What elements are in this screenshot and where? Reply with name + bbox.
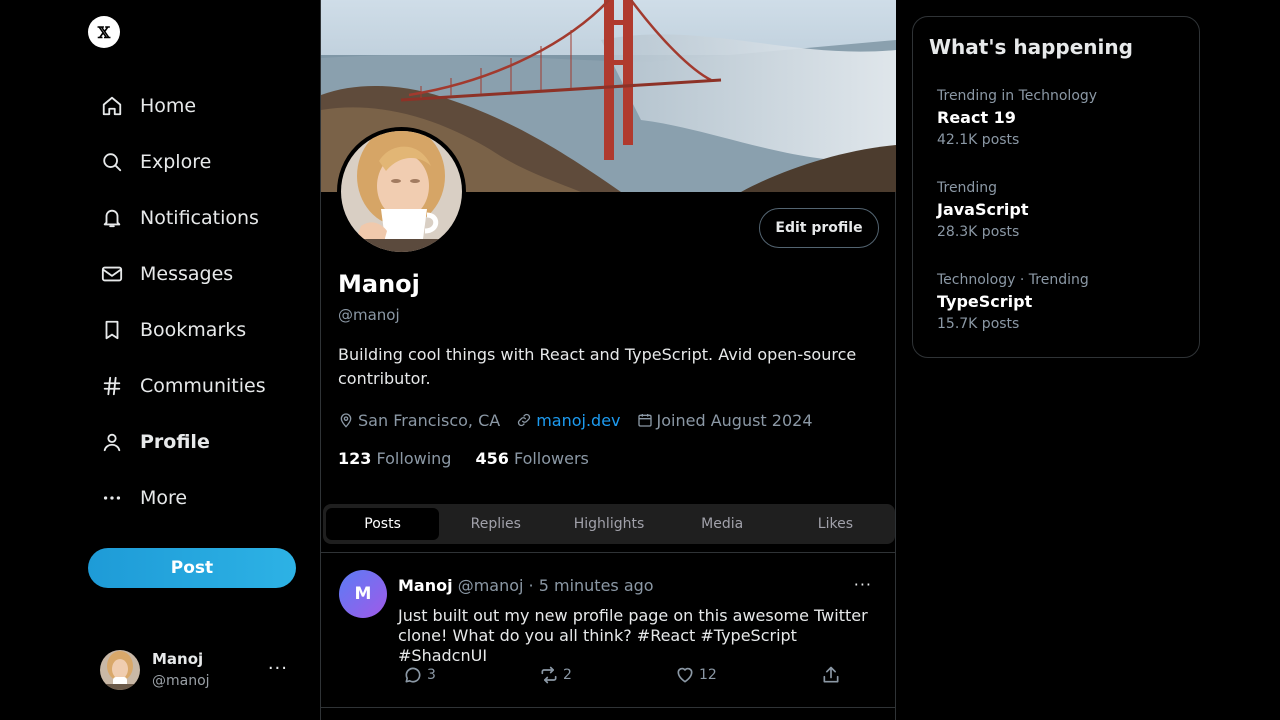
sidebar-nav: Home Explore Notifications Messages Book…	[88, 78, 320, 526]
nav-item-more[interactable]: More	[88, 470, 320, 526]
reply-icon	[405, 667, 421, 683]
tab-replies[interactable]: Replies	[439, 508, 552, 540]
trend-item[interactable]: Trending JavaScript 28.3K posts	[937, 179, 1187, 242]
nav-label: Bookmarks	[140, 319, 247, 341]
reply-count: 3	[427, 667, 436, 683]
nav-item-explore[interactable]: Explore	[88, 134, 320, 190]
nav-item-notifications[interactable]: Notifications	[88, 190, 320, 246]
post-actions: 3 2 12	[403, 665, 843, 685]
repost-icon	[541, 666, 557, 684]
edit-profile-button[interactable]: Edit profile	[759, 208, 879, 248]
nav-item-messages[interactable]: Messages	[88, 246, 320, 302]
post-button[interactable]: Post	[88, 548, 296, 588]
account-handle: @manoj	[152, 673, 210, 689]
followers-count: 456	[475, 449, 509, 468]
repost-count: 2	[563, 667, 572, 683]
profile-location: San Francisco, CA	[338, 411, 500, 430]
profile-tabs: Posts Replies Highlights Media Likes	[323, 504, 895, 544]
search-icon	[100, 150, 124, 174]
nav-item-bookmarks[interactable]: Bookmarks	[88, 302, 320, 358]
post-card[interactable]: M Manoj @manoj · 5 minutes ago ··· Just …	[321, 552, 896, 708]
share-icon	[823, 666, 839, 683]
following-stat[interactable]: 123 Following	[338, 449, 451, 468]
bookmark-icon	[100, 318, 124, 342]
account-name: Manoj	[152, 650, 204, 668]
nav-label: Messages	[140, 263, 234, 285]
location-text: San Francisco, CA	[358, 410, 501, 430]
bell-icon	[100, 206, 124, 230]
home-icon	[100, 94, 124, 118]
trend-topic: TypeScript	[937, 292, 1033, 311]
user-icon	[100, 430, 124, 454]
trend-topic: JavaScript	[937, 200, 1029, 219]
share-button[interactable]	[821, 665, 841, 685]
trend-item[interactable]: Technology · Trending TypeScript 15.7K p…	[937, 271, 1187, 334]
mail-icon	[100, 262, 124, 286]
calendar-icon	[637, 414, 652, 427]
repost-button[interactable]: 2	[539, 665, 572, 685]
nav-label: Notifications	[140, 207, 259, 229]
post-header: Manoj @manoj · 5 minutes ago	[398, 576, 654, 595]
whats-happening-panel: What's happening Trending in Technology …	[912, 16, 1200, 358]
tab-media[interactable]: Media	[666, 508, 779, 540]
account-names: Manoj @manoj	[152, 648, 210, 692]
trend-topic: React 19	[937, 108, 1016, 127]
website-link[interactable]: manoj.dev	[536, 411, 620, 430]
nav-label: Profile	[140, 431, 210, 453]
profile-bio: Building cool things with React and Type…	[338, 345, 857, 388]
heart-icon	[677, 667, 693, 683]
post-meta: @manoj · 5 minutes ago	[457, 576, 654, 595]
link-icon	[518, 413, 531, 427]
tab-highlights[interactable]: Highlights	[552, 508, 665, 540]
like-count: 12	[699, 667, 717, 683]
profile-handle: @manoj	[338, 306, 400, 324]
trend-count: 15.7K posts	[937, 316, 1020, 332]
nav-item-communities[interactable]: Communities	[88, 358, 320, 414]
post-avatar[interactable]: M	[339, 570, 387, 618]
following-label: Following	[376, 449, 452, 468]
tab-likes[interactable]: Likes	[779, 508, 892, 540]
nav-label: Communities	[140, 375, 266, 397]
account-menu-icon[interactable]: ···	[268, 658, 288, 679]
nav-item-profile[interactable]: Profile	[88, 414, 320, 470]
post-author[interactable]: Manoj	[398, 576, 453, 595]
followers-stat[interactable]: 456 Followers	[475, 449, 588, 468]
profile-column: Edit profile Manoj @manoj Building cool …	[320, 0, 896, 720]
profile-avatar[interactable]	[337, 127, 466, 256]
avatar	[100, 650, 140, 690]
followers-label: Followers	[513, 449, 589, 468]
trend-category: Technology · Trending	[937, 272, 1089, 288]
app: 𝕏 Home Explore Notifications Messages Bo…	[0, 0, 1280, 720]
account-switcher[interactable]: Manoj @manoj ···	[100, 648, 300, 692]
following-count: 123	[338, 449, 372, 468]
panel-title: What's happening	[929, 35, 1133, 59]
hash-icon	[100, 374, 124, 398]
profile-website: manoj.dev	[516, 411, 621, 430]
profile-meta: San Francisco, CA manoj.dev Joined Augus…	[338, 409, 829, 431]
nav-label: More	[140, 487, 188, 509]
post-more-icon[interactable]: ···	[854, 575, 872, 594]
profile-name: Manoj	[338, 270, 420, 298]
trend-count: 42.1K posts	[937, 132, 1020, 148]
more-dots-icon	[100, 486, 124, 510]
sidebar: 𝕏 Home Explore Notifications Messages Bo…	[88, 0, 308, 720]
trend-category: Trending in Technology	[937, 88, 1098, 104]
trend-count: 28.3K posts	[937, 224, 1020, 240]
post-text: Just built out my new profile page on th…	[398, 606, 868, 665]
reply-button[interactable]: 3	[403, 665, 436, 685]
x-logo-icon[interactable]: 𝕏	[88, 16, 120, 48]
trend-item[interactable]: Trending in Technology React 19 42.1K po…	[937, 87, 1187, 150]
like-button[interactable]: 12	[675, 665, 717, 685]
profile-joined: Joined August 2024	[637, 411, 813, 430]
nav-item-home[interactable]: Home	[88, 78, 320, 134]
trend-category: Trending	[937, 180, 997, 196]
location-pin-icon	[340, 413, 352, 428]
tab-posts[interactable]: Posts	[326, 508, 440, 540]
nav-label: Home	[140, 95, 197, 117]
profile-stats: 123 Following 456 Followers	[338, 449, 613, 468]
nav-label: Explore	[140, 151, 212, 173]
joined-text: Joined August 2024	[656, 410, 813, 430]
